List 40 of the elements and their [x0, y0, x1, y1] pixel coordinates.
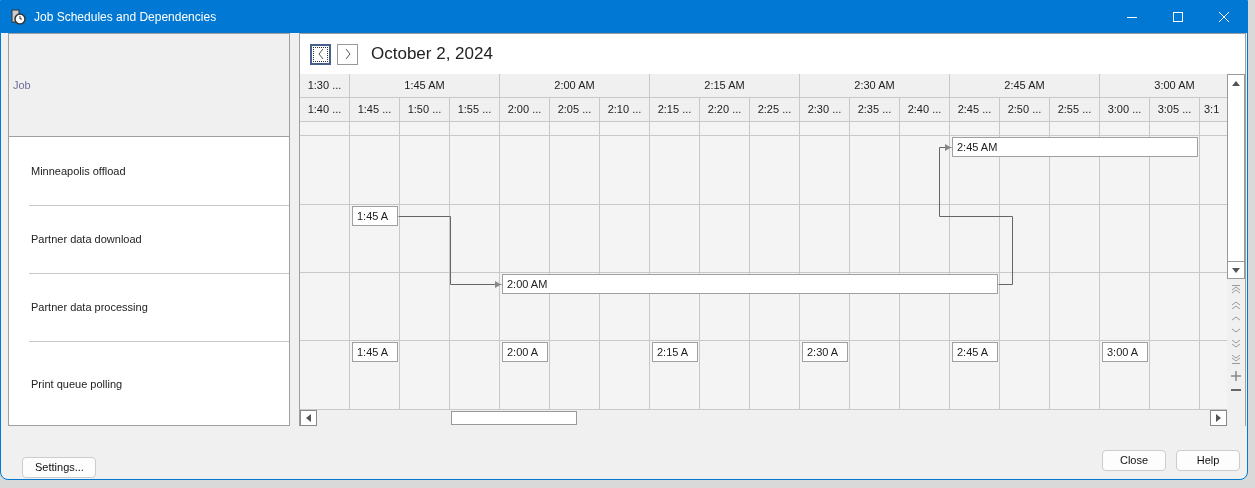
column-header: Job: [13, 77, 31, 93]
schedule-block[interactable]: 2:15 A: [652, 342, 698, 362]
job-name: Partner data download: [31, 232, 142, 248]
last-page-icon[interactable]: [1232, 355, 1240, 364]
settings-button[interactable]: Settings...: [22, 457, 96, 478]
zoom-in-icon[interactable]: [1231, 371, 1241, 381]
schedule-block[interactable]: 2:45 A: [952, 342, 998, 362]
schedule-block[interactable]: 2:00 AM: [502, 274, 998, 294]
close-icon[interactable]: [1219, 12, 1229, 22]
horizontal-scrollbar[interactable]: [300, 410, 1227, 426]
chevron-right-icon: [344, 49, 351, 59]
zoom-out-icon[interactable]: [1231, 388, 1241, 392]
schedule-block[interactable]: 3:00 A: [1102, 342, 1148, 362]
vertical-scrollbar[interactable]: [1227, 74, 1245, 279]
page-down-icon[interactable]: [1232, 340, 1240, 348]
schedule-block[interactable]: 2:00 A: [502, 342, 548, 362]
schedule-block[interactable]: 1:45 A: [352, 342, 398, 362]
previous-button[interactable]: [310, 43, 331, 65]
help-button[interactable]: Help: [1176, 449, 1240, 471]
schedule-block[interactable]: 2:45 AM: [952, 137, 1198, 157]
chevron-left-icon: [317, 49, 324, 59]
window-title: Job Schedules and Dependencies: [34, 9, 217, 26]
scroll-down-arrow-icon[interactable]: [1232, 267, 1240, 273]
app-icon: [10, 9, 26, 25]
job-name: Partner data processing: [31, 300, 148, 316]
scroll-right-arrow-icon[interactable]: [1216, 414, 1221, 422]
date-title: October 2, 2024: [371, 43, 493, 66]
page-up-icon[interactable]: [1232, 301, 1240, 309]
schedule-block[interactable]: 1:45 A: [352, 206, 398, 226]
scroll-up-arrow-icon[interactable]: [1232, 81, 1240, 86]
scroll-left-arrow-icon[interactable]: [306, 414, 311, 422]
scroll-down-icon[interactable]: [1232, 328, 1240, 333]
next-button[interactable]: [337, 43, 358, 65]
job-name: Print queue polling: [31, 377, 123, 393]
schedule-block[interactable]: 2:30 A: [802, 342, 848, 362]
close-dialog-button[interactable]: Close: [1102, 449, 1166, 471]
first-page-icon[interactable]: [1232, 285, 1240, 294]
maximize-icon[interactable]: [1173, 12, 1183, 22]
scroll-up-icon[interactable]: [1232, 316, 1240, 321]
job-name: Minneapolis offload: [31, 163, 126, 179]
